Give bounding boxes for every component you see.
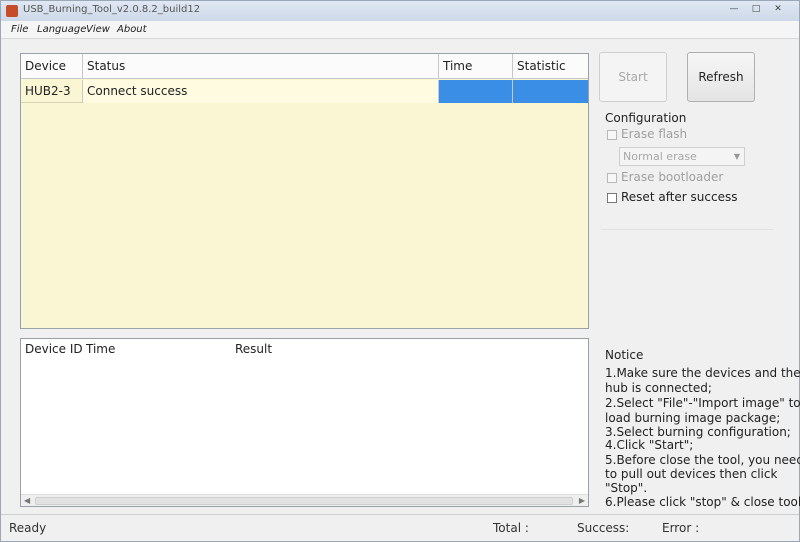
close-button[interactable]: ✕ — [769, 2, 787, 16]
scroll-left-icon[interactable]: ◀ — [24, 495, 30, 507]
erase-mode-select[interactable]: Normal erase ▼ — [619, 147, 745, 166]
erase-flash-label: Erase flash — [621, 127, 688, 141]
menu-about[interactable]: About — [117, 24, 147, 35]
notice-line: "Stop". — [605, 481, 648, 495]
status-error: Error : — [662, 521, 700, 535]
config-divider — [601, 229, 773, 230]
column-header-device-id[interactable]: Device ID — [21, 54, 83, 97]
erase-bootloader-checkbox[interactable] — [607, 173, 617, 183]
menu-view[interactable]: View — [86, 24, 110, 35]
window-title: USB_Burning_Tool_v2.0.8.2_build12 — [23, 4, 201, 15]
erase-flash-checkbox[interactable] — [607, 130, 617, 140]
menu-bar: File Language View About — [1, 21, 799, 39]
log-column-device-id[interactable]: Device ID — [25, 339, 83, 359]
notice-line: 6.Please click "stop" & close tool — [605, 495, 800, 509]
status-ready: Ready — [9, 521, 47, 535]
scroll-thumb[interactable] — [35, 497, 573, 505]
notice-line: 4.Click "Start"; — [605, 438, 694, 452]
chevron-down-icon: ▼ — [733, 152, 740, 161]
log-column-time[interactable]: Time — [86, 339, 115, 359]
notice-line: to pull out devices then click — [605, 467, 778, 481]
scroll-right-icon[interactable]: ▶ — [579, 495, 585, 507]
notice-line: 2.Select "File"-"Import image" to — [605, 396, 800, 410]
notice-title: Notice — [605, 348, 644, 362]
menu-language[interactable]: Language — [37, 24, 86, 35]
erase-mode-value: Normal erase — [623, 150, 697, 163]
status-cell: Connect success — [83, 80, 439, 103]
status-success: Success: — [577, 521, 630, 535]
log-table[interactable]: Device ID Time Result ◀ ▶ — [20, 338, 589, 507]
status-bar: Ready Total : Success: Error : — [1, 514, 799, 541]
device-table[interactable]: Device ID Status Time Statistic HUB2-3 C… — [20, 53, 589, 329]
minimize-button[interactable]: — — [725, 2, 743, 16]
erase-bootloader-label: Erase bootloader — [621, 170, 724, 184]
main-window: USB_Burning_Tool_v2.0.8.2_build12 — □ ✕ … — [0, 0, 800, 542]
menu-file[interactable]: File — [11, 24, 28, 35]
column-header-status[interactable]: Status — [83, 54, 439, 79]
notice-line: load burning image package; — [605, 411, 781, 425]
horizontal-scrollbar[interactable]: ◀ ▶ — [21, 494, 588, 506]
start-button[interactable]: Start — [599, 52, 667, 102]
notice-line: 1.Make sure the devices and the — [605, 366, 800, 380]
column-header-statistic[interactable]: Statistic — [513, 54, 588, 79]
notice-line: 3.Select burning configuration; — [605, 425, 791, 439]
device-id-cell: HUB2-3 — [21, 80, 83, 103]
reset-after-success-label: Reset after success — [621, 190, 738, 204]
status-total: Total : — [493, 521, 529, 535]
reset-after-success-checkbox[interactable] — [607, 193, 617, 203]
maximize-button[interactable]: □ — [747, 2, 765, 16]
title-bar: USB_Burning_Tool_v2.0.8.2_build12 — □ ✕ — [1, 1, 799, 21]
app-icon — [6, 5, 18, 17]
time-cell — [439, 80, 513, 103]
log-column-result[interactable]: Result — [235, 339, 272, 359]
statistic-cell — [513, 80, 588, 103]
configuration-title: Configuration — [605, 111, 687, 125]
notice-line: 5.Before close the tool, you need — [605, 453, 800, 467]
notice-line: hub is connected; — [605, 381, 712, 395]
refresh-button[interactable]: Refresh — [687, 52, 755, 102]
column-header-time[interactable]: Time — [439, 54, 513, 79]
